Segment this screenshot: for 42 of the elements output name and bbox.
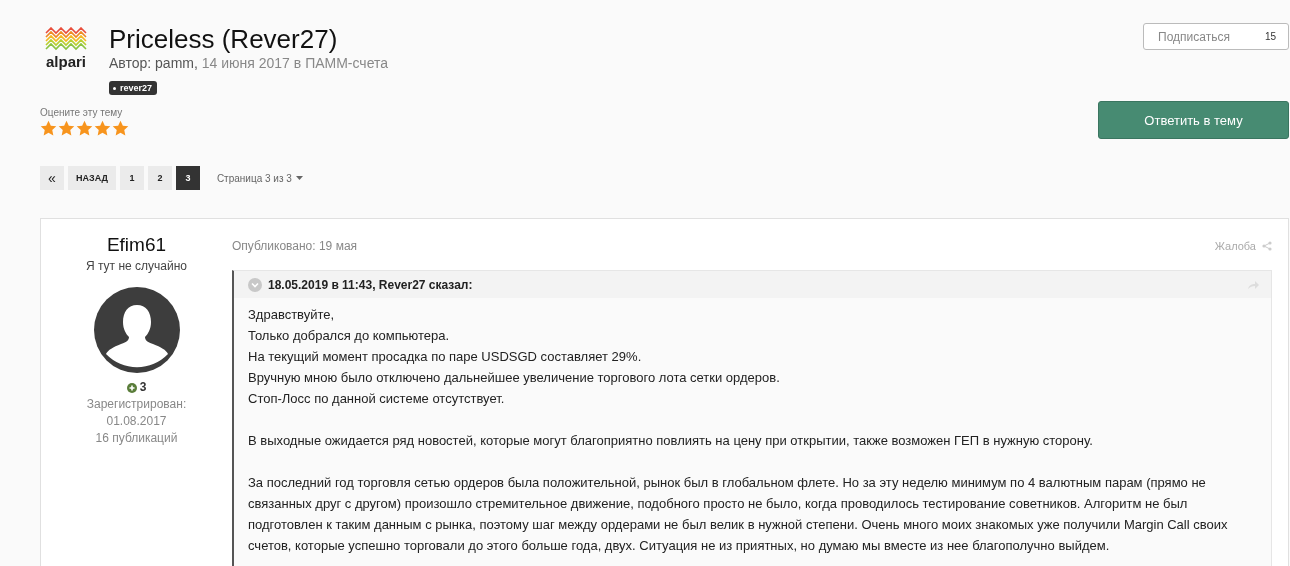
- quote-text: Только добрался до компьютера.: [248, 327, 451, 345]
- star-icon[interactable]: [76, 120, 93, 137]
- author-label: Автор:: [109, 55, 152, 71]
- in-label: в: [293, 55, 302, 71]
- author-title: Я тут не случайно: [86, 258, 187, 275]
- star-icon[interactable]: [58, 120, 75, 137]
- first-page-button[interactable]: «: [40, 166, 64, 190]
- quote-text: Здравствуйте,: [248, 306, 336, 324]
- post-count: 16 публикаций: [95, 430, 178, 447]
- topic-tag[interactable]: rever27: [109, 81, 158, 95]
- quote-text: За последний год торговля сетью ордеров была положительной, рынок был в глобальном флете. Но за эту неделю минимум по 4 валютным парам (прямо не связанных друг с другом) произошло стремительное движение, подобного просто не было, когда проводилось тестирование советников. Алгоритм не был подготовлен к таким данным с рынка, поэтому шаг между ордерами не был велик в нужной степени. Очень много моих знакомых уже получили Margin Call своих счетов, которые успешно торговали до этого больше года, двух. Ситуация не из приятных, но думаю мы вместе из нее благополучно выйдем.: [248, 474, 1229, 555]
- reply-button[interactable]: Ответить в тему: [1098, 101, 1289, 139]
- rating-label: Оцените эту тему: [40, 107, 124, 118]
- logo-icon: [45, 27, 87, 51]
- star-icon[interactable]: [94, 120, 111, 137]
- page-button[interactable]: 3: [175, 166, 200, 190]
- quote-text: В выходные ожидается ряд новостей, которые могут благоприятно повлиять на цену при открытии, также возможен ГЕП в нужную сторону.: [248, 432, 1094, 450]
- page-menu[interactable]: Страница 3 из 3: [216, 172, 303, 184]
- topic-title: Priceless (Rever27): [109, 23, 339, 55]
- collapse-icon[interactable]: [248, 278, 262, 292]
- topic-date: 14 июня 2017: [201, 55, 290, 71]
- quote-text: Стоп-Лосс по данной системе отсутствует.: [248, 390, 506, 408]
- registered-date: 01.08.2017: [106, 413, 167, 430]
- follow-button[interactable]: Подписаться 15: [1143, 23, 1289, 50]
- page-button[interactable]: 2: [147, 166, 172, 190]
- prev-button[interactable]: НАЗАД: [68, 166, 116, 190]
- quote-text: На текущий момент просадка по паре USDSGD составляет 29%.: [248, 348, 643, 366]
- author-name[interactable]: Efim61: [106, 234, 167, 256]
- caret-icon[interactable]: [295, 176, 303, 180]
- published-date: Опубликовано: 19 мая: [232, 239, 358, 253]
- star-icon[interactable]: [40, 120, 57, 137]
- author-link[interactable]: pamm,: [155, 55, 198, 71]
- forum-link[interactable]: ПАММ-счета: [305, 55, 388, 71]
- avatar-icon: [93, 287, 180, 373]
- reputation-count: 3: [126, 379, 147, 396]
- logo-text: alpari: [46, 53, 86, 70]
- plus-icon: [126, 382, 137, 393]
- share-icon[interactable]: [1262, 241, 1272, 251]
- quote-text: Вручную мною было отключено дальнейшее увеличение торгового лота сетки ордеров.: [248, 369, 781, 387]
- star-icon[interactable]: [112, 120, 129, 137]
- page-button[interactable]: 1: [119, 166, 144, 190]
- registered-label: Зарегистрирован:: [86, 396, 187, 413]
